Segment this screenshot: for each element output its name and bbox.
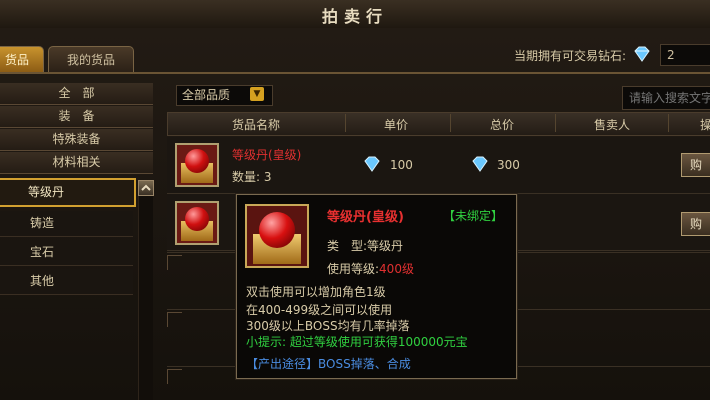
diamond-icon	[472, 156, 488, 172]
tab-my-goods[interactable]: 我的货品	[48, 46, 134, 73]
sidebar-subitem-forging[interactable]: 铸造	[0, 211, 133, 237]
column-header-unit-price: 单价	[384, 118, 409, 132]
total-price: 300	[497, 158, 520, 172]
sidebar-item-special-equipment[interactable]: 特殊装备	[0, 129, 153, 151]
column-header-item-name: 货品名称	[232, 118, 281, 132]
item-tooltip: 等级丹(皇级) 【未绑定】 类 型:等级丹 使用等级:400级 双击使用可以增加…	[236, 194, 517, 379]
sidebar-scrollbar[interactable]	[138, 196, 153, 400]
sidebar-item-materials[interactable]: 材料相关	[0, 152, 153, 174]
column-divider	[668, 114, 669, 132]
item-quantity: 数量: 3	[232, 170, 272, 184]
column-divider	[450, 114, 451, 132]
sidebar-subitem-gems[interactable]: 宝石	[0, 240, 133, 266]
chevron-down-icon[interactable]: ▼	[250, 87, 264, 101]
row-corner-ornament	[167, 255, 182, 270]
tooltip-desc-line: 300级以上BOSS均有几率掉落	[246, 319, 410, 333]
tooltip-item-icon	[245, 204, 309, 268]
diamond-icon	[634, 46, 650, 62]
search-input[interactable]	[622, 86, 710, 110]
sidebar-item-all[interactable]: 全 部	[0, 83, 153, 105]
scroll-up-button[interactable]	[138, 180, 154, 196]
tooltip-type: 类 型:等级丹	[327, 237, 403, 254]
row-corner-ornament	[167, 369, 182, 384]
chevron-up-icon	[141, 184, 151, 191]
tooltip-level-label: 使用等级:	[327, 262, 380, 276]
sidebar-subitem-level-pill[interactable]: 等级丹	[0, 178, 136, 207]
sidebar-subitem-other[interactable]: 其他	[0, 269, 133, 295]
tooltip-bind-status: 【未绑定】	[443, 209, 504, 223]
level-pill-item-icon[interactable]	[175, 143, 219, 187]
column-divider	[555, 114, 556, 132]
row-corner-ornament	[167, 312, 182, 327]
item-name[interactable]: 等级丹(皇级)	[232, 146, 301, 163]
tooltip-source: 【产出途径】BOSS掉落、合成	[246, 355, 411, 372]
column-header-action: 操	[700, 118, 710, 132]
buy-button[interactable]: 购	[681, 212, 710, 236]
tab-divider	[0, 72, 710, 74]
sidebar-item-equipment[interactable]: 装 备	[0, 106, 153, 128]
window-title: 拍卖行	[321, 7, 388, 26]
tooltip-source-label: 【产出途径】	[246, 357, 319, 371]
level-pill-item-icon[interactable]	[175, 201, 219, 245]
tab-goods[interactable]: 货品	[0, 46, 44, 73]
buy-button[interactable]: 购	[681, 153, 710, 177]
tooltip-desc-line: 双击使用可以增加角色1级	[246, 285, 386, 299]
unit-price: 100	[390, 158, 413, 172]
tooltip-item-name: 等级丹(皇级)	[327, 210, 404, 225]
tooltip-type-value: 等级丹	[367, 239, 404, 253]
column-divider	[345, 114, 346, 132]
diamond-label: 当期拥有可交易钻石:	[514, 47, 626, 64]
diamond-label-text: 当期拥有可交易钻石:	[514, 49, 627, 63]
tooltip-hint: 小提示: 超过等级使用可获得100000元宝	[246, 335, 468, 349]
column-header-total-price: 总价	[490, 118, 515, 132]
tooltip-source-value: BOSS掉落、合成	[318, 357, 411, 371]
diamond-count: 2	[660, 44, 710, 66]
tooltip-type-label: 类 型:	[327, 239, 368, 253]
tooltip-level: 使用等级:400级	[327, 260, 414, 277]
tooltip-level-value: 400级	[379, 262, 414, 276]
diamond-icon	[364, 156, 380, 172]
column-header-seller: 售卖人	[594, 118, 631, 132]
tooltip-desc-line: 在400-499级之间可以使用	[246, 303, 393, 317]
